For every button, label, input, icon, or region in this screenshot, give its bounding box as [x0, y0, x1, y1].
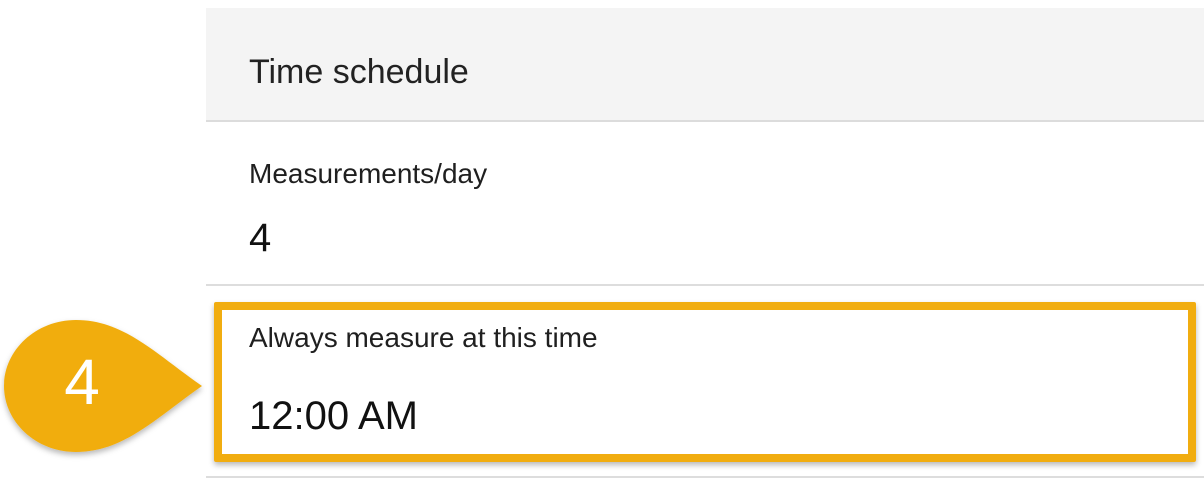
step-callout: 4 — [2, 316, 206, 456]
measurements-per-day-field[interactable]: Measurements/day 4 — [206, 122, 1204, 286]
callout-number: 4 — [64, 346, 100, 418]
measurements-per-day-value[interactable]: 4 — [249, 216, 271, 260]
field-divider — [206, 476, 1204, 478]
section-title: Time schedule — [249, 53, 469, 91]
measurements-per-day-label: Measurements/day — [249, 158, 488, 189]
highlight-box — [214, 302, 1196, 462]
section-header: Time schedule — [206, 8, 1204, 122]
